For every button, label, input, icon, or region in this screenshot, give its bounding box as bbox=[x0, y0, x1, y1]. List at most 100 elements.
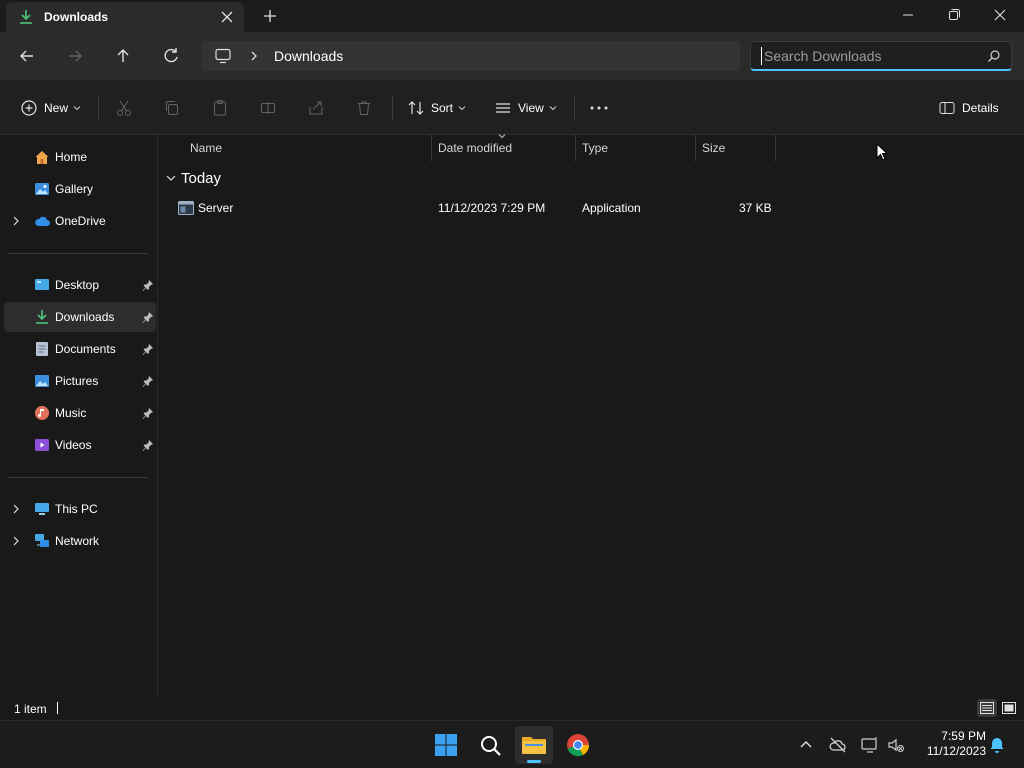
start-button[interactable] bbox=[427, 726, 465, 764]
onedrive-offline-icon[interactable] bbox=[828, 735, 848, 755]
up-button[interactable] bbox=[111, 44, 135, 68]
more-options-button[interactable] bbox=[589, 96, 609, 120]
column-header-label: Type bbox=[582, 141, 609, 155]
new-label: New bbox=[44, 101, 69, 115]
this-pc-icon bbox=[34, 501, 50, 517]
chevron-right-icon[interactable] bbox=[248, 49, 260, 63]
share-button[interactable] bbox=[307, 96, 325, 120]
status-divider bbox=[57, 702, 58, 714]
sidebar-item-label: Network bbox=[55, 534, 100, 548]
chevron-right-icon[interactable] bbox=[10, 503, 22, 515]
onedrive-icon bbox=[34, 213, 50, 229]
list-view-icon bbox=[494, 99, 512, 117]
group-label: Today bbox=[181, 170, 222, 187]
sidebar-item-label: Desktop bbox=[55, 278, 100, 292]
clock[interactable]: 7:59 PM 11/12/2023 bbox=[912, 729, 986, 759]
more-icon bbox=[589, 99, 609, 117]
sidebar-item-videos[interactable]: Videos bbox=[4, 430, 156, 460]
chevron-up-icon[interactable] bbox=[796, 735, 816, 755]
sidebar-item-documents[interactable]: Documents bbox=[4, 334, 156, 364]
column-header-name[interactable]: Name bbox=[159, 135, 431, 161]
cut-button[interactable] bbox=[115, 96, 133, 120]
videos-icon bbox=[34, 437, 50, 453]
sidebar-item-gallery[interactable]: Gallery bbox=[4, 174, 156, 204]
chrome-button[interactable] bbox=[559, 726, 597, 764]
details-view-button[interactable] bbox=[977, 699, 997, 717]
column-header-label: Name bbox=[190, 141, 223, 155]
search-icon[interactable] bbox=[987, 49, 1001, 63]
paste-button[interactable] bbox=[211, 96, 229, 120]
breadcrumb[interactable]: Downloads bbox=[202, 41, 740, 71]
large-icons-view-button[interactable] bbox=[999, 699, 1019, 717]
new-tab-button[interactable] bbox=[260, 6, 280, 26]
address-bar: Downloads bbox=[0, 32, 1024, 80]
forward-button[interactable] bbox=[63, 44, 87, 68]
scissors-icon bbox=[115, 99, 133, 117]
sidebar-item-onedrive[interactable]: OneDrive bbox=[4, 206, 156, 236]
restore-button[interactable] bbox=[942, 4, 966, 26]
rename-button[interactable] bbox=[259, 96, 277, 120]
delete-button[interactable] bbox=[355, 96, 373, 120]
chevron-right-icon[interactable] bbox=[10, 535, 22, 547]
sort-button[interactable]: Sort bbox=[407, 96, 466, 120]
column-header-label: Size bbox=[702, 141, 726, 155]
sidebar-item-downloads[interactable]: Downloads bbox=[4, 302, 156, 332]
plus-circle-icon bbox=[20, 99, 38, 117]
network-status-icon[interactable] bbox=[860, 735, 880, 755]
refresh-button[interactable] bbox=[159, 44, 183, 68]
view-button[interactable]: View bbox=[494, 96, 557, 120]
close-tab-button[interactable] bbox=[218, 8, 236, 26]
details-button[interactable]: Details bbox=[938, 96, 999, 120]
application-icon bbox=[178, 201, 194, 215]
chevron-right-icon[interactable] bbox=[10, 215, 22, 227]
file-name[interactable]: Server bbox=[198, 201, 233, 215]
sidebar-item-label: Documents bbox=[55, 342, 116, 356]
chevron-down-icon[interactable] bbox=[165, 173, 177, 183]
pin-icon[interactable] bbox=[142, 311, 154, 323]
desktop-icon bbox=[34, 277, 50, 293]
sidebar-item-pictures[interactable]: Pictures bbox=[4, 366, 156, 396]
sidebar-item-label: Videos bbox=[55, 438, 92, 452]
sidebar-item-label: This PC bbox=[55, 502, 98, 516]
search-button[interactable] bbox=[471, 726, 509, 764]
pin-icon[interactable] bbox=[142, 407, 154, 419]
sidebar-item-desktop[interactable]: Desktop bbox=[4, 270, 156, 300]
sidebar-item-home[interactable]: Home bbox=[4, 142, 156, 172]
pin-icon[interactable] bbox=[142, 375, 154, 387]
new-button[interactable]: New bbox=[20, 96, 81, 120]
navigation-pane: Home Gallery OneDrive Desktop Downloads bbox=[0, 135, 158, 696]
tab-downloads[interactable]: Downloads bbox=[6, 2, 244, 32]
tab-title: Downloads bbox=[44, 10, 109, 24]
network-icon bbox=[34, 533, 50, 549]
pin-icon[interactable] bbox=[142, 343, 154, 355]
downloads-icon bbox=[34, 309, 50, 325]
column-header-type[interactable]: Type bbox=[576, 135, 695, 161]
details-pane-icon bbox=[938, 99, 956, 117]
search-input[interactable] bbox=[761, 47, 981, 65]
breadcrumb-item-downloads[interactable]: Downloads bbox=[274, 48, 343, 64]
file-row[interactable]: Server 11/12/2023 7:29 PM Application 37… bbox=[165, 197, 775, 219]
file-explorer-taskbar-button[interactable] bbox=[515, 726, 553, 764]
file-list-pane: Name Date modified Type Size Today Serve… bbox=[159, 133, 1024, 696]
column-divider[interactable] bbox=[775, 135, 776, 161]
file-size: 37 KB bbox=[739, 201, 772, 215]
sidebar-item-music[interactable]: Music bbox=[4, 398, 156, 428]
sort-chevron-icon bbox=[498, 133, 506, 139]
copy-button[interactable] bbox=[163, 96, 181, 120]
minimize-button[interactable] bbox=[896, 4, 920, 26]
pin-icon[interactable] bbox=[142, 439, 154, 451]
taskbar: 7:59 PM 11/12/2023 bbox=[0, 720, 1024, 768]
gallery-icon bbox=[34, 181, 50, 197]
column-header-date[interactable]: Date modified bbox=[432, 133, 575, 161]
notification-bell-icon[interactable] bbox=[987, 735, 1007, 755]
column-header-size[interactable]: Size bbox=[696, 135, 775, 161]
file-type: Application bbox=[582, 201, 641, 215]
sidebar-item-network[interactable]: Network bbox=[4, 526, 156, 556]
volume-muted-icon[interactable] bbox=[886, 735, 906, 755]
back-button[interactable] bbox=[15, 44, 39, 68]
sidebar-item-label: Pictures bbox=[55, 374, 99, 388]
search-box[interactable] bbox=[750, 41, 1012, 71]
close-window-button[interactable] bbox=[988, 4, 1012, 26]
sidebar-item-this-pc[interactable]: This PC bbox=[4, 494, 156, 524]
pin-icon[interactable] bbox=[142, 279, 154, 291]
